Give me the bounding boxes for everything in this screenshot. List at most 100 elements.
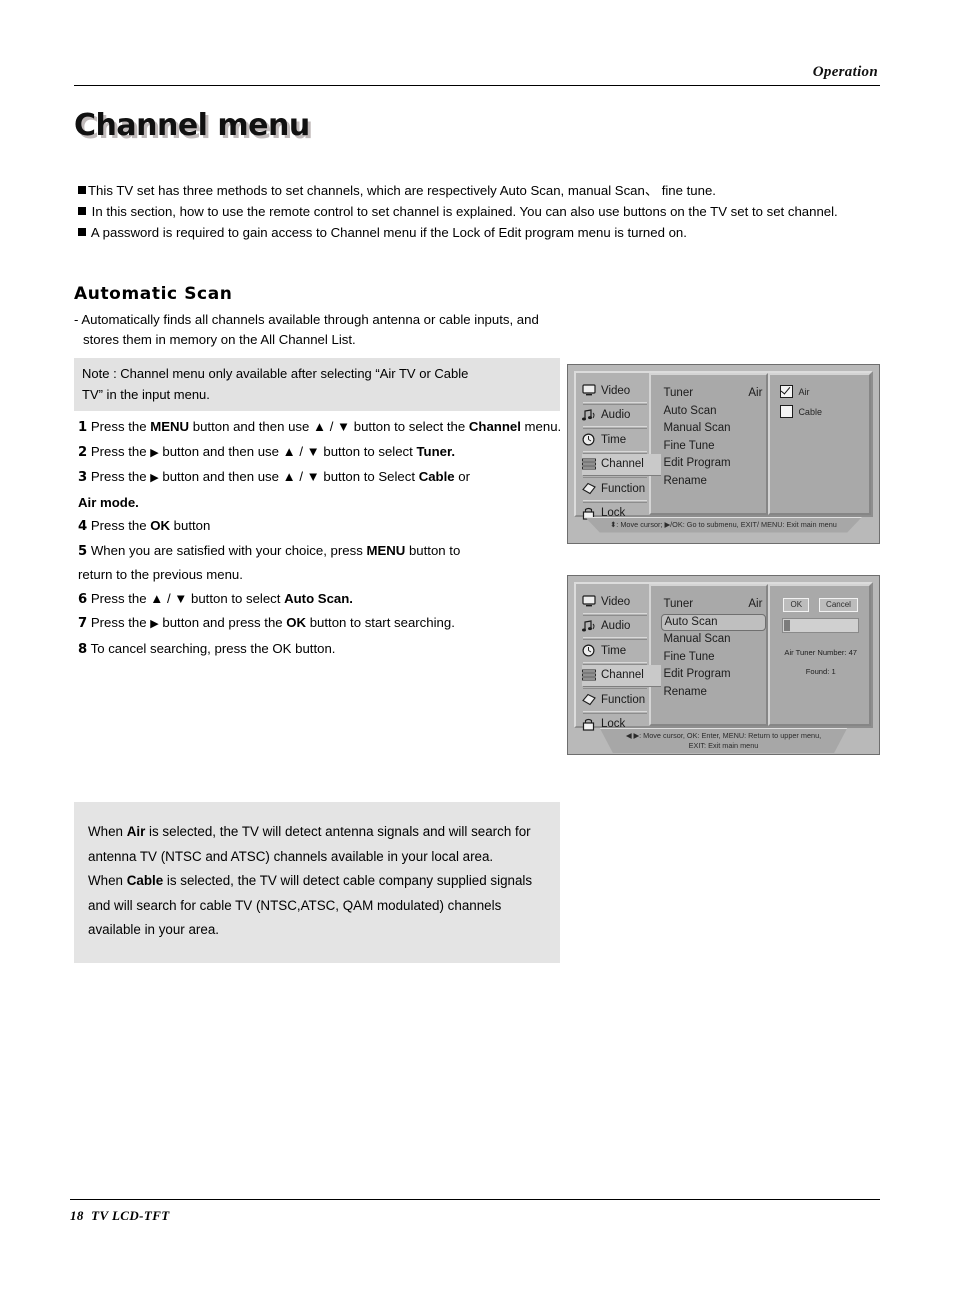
sidebar-item-channel[interactable]: Channel: [582, 664, 662, 686]
osd-screenshot-auto-scan-progress: Video Audio Time Channel Function Lock T…: [567, 575, 880, 755]
sidebar-item-function-label: Function: [601, 482, 646, 495]
intro-bullet-2-text: In this section, how to use the remote c…: [88, 204, 838, 219]
osd-b-menu-item-auto-scan-selected[interactable]: Auto Scan: [661, 613, 767, 631]
clock-icon: [582, 644, 597, 657]
osd-b-menu-item-fine-tune-label: Fine Tune: [663, 650, 715, 663]
step-3-text-a: Press the: [90, 469, 151, 484]
monitor-icon: [582, 384, 597, 397]
diamond-icon: [582, 482, 597, 495]
sidebar-item-audio[interactable]: Audio: [582, 405, 649, 427]
osd-b-scan-buttons: OK Cancel: [780, 598, 861, 612]
osd-a-option-cable[interactable]: Cable: [780, 405, 861, 418]
sidebar-item-channel-label: Channel: [601, 458, 644, 471]
ok-button[interactable]: OK: [783, 598, 810, 612]
step-3-tail: or: [454, 469, 470, 484]
sidebar-item-audio[interactable]: Audio: [582, 616, 649, 638]
step-8-number: 8: [78, 641, 88, 657]
osd-a-menu-item-manual-scan[interactable]: Manual Scan: [661, 420, 766, 438]
step-3-bold-tail: Cable: [418, 469, 455, 484]
step-5-text-b: button to: [405, 542, 461, 558]
intro-bullet-3-text: A password is required to gain access to…: [88, 225, 687, 240]
right-arrow-icon: ▶: [150, 472, 159, 484]
osd-a-menu-item-edit-program[interactable]: Edit Program: [661, 455, 766, 473]
section-description-line1: - Automatically finds all channels avail…: [74, 312, 539, 327]
step-3: 3 Press the ▶ button and then use ▲ / ▼ …: [78, 465, 568, 491]
osd-a-menu-item-edit-program-label: Edit Program: [663, 457, 731, 469]
osd-b-menu-item-manual-scan[interactable]: Manual Scan: [661, 631, 766, 649]
sidebar-item-channel-label: Channel: [601, 669, 644, 682]
osd-a-menu-item-tuner[interactable]: Tuner Air: [661, 385, 766, 403]
osd-a-menu-item-auto-scan[interactable]: Auto Scan: [661, 403, 766, 421]
step-6-bold-tail: Auto Scan.: [284, 590, 353, 606]
instruction-steps: 1 Press the MENU button and then use ▲ /…: [78, 415, 568, 661]
header-divider: [74, 85, 880, 86]
osd-b-menu-item-rename[interactable]: Rename: [661, 684, 766, 702]
sidebar-item-lock[interactable]: Lock: [582, 714, 649, 736]
osd-a-option-cable-label: Cable: [798, 406, 822, 417]
osd-b-menu-item-manual-scan-label: Manual Scan: [663, 633, 731, 645]
scan-progress-bar: [782, 617, 859, 633]
step-7-text-b: button and press the: [158, 615, 287, 630]
step-7: 7 Press the ▶ button and press the OK bu…: [78, 611, 568, 637]
osd-b-menu-item-tuner-value: Air: [748, 598, 763, 610]
osd-a-options-panel: Air Cable: [768, 373, 871, 515]
step-1-text-b: button and then use ▲ / ▼ button to sele…: [189, 419, 469, 434]
cancel-button[interactable]: Cancel: [819, 598, 858, 612]
checkbox-air-checked-icon[interactable]: [780, 385, 794, 398]
sidebar-item-video-label: Video: [601, 595, 631, 608]
osd-a-option-air[interactable]: Air: [780, 385, 861, 398]
osd-b-menu-item-tuner[interactable]: Tuner Air: [661, 596, 766, 614]
explain-air-pre: When: [88, 824, 127, 839]
note-line-1: Note : Channel menu only available after…: [82, 366, 469, 381]
lock-icon: [582, 718, 597, 731]
checkbox-cable-unchecked-icon[interactable]: [780, 405, 794, 418]
osd-b-sidebar: Video Audio Time Channel Function Lock: [576, 584, 662, 731]
sidebar-item-lock-label: Lock: [601, 718, 626, 731]
step-5-continued: return to the previous menu.: [78, 567, 243, 582]
step-4-text-a: Press the: [90, 518, 151, 533]
step-5-number: 5: [78, 543, 88, 559]
diamond-icon: [582, 693, 597, 706]
explain-cable-pre: When: [88, 873, 127, 888]
sidebar-item-time-label: Time: [601, 644, 627, 657]
step-1-text-a: Press the: [90, 419, 151, 434]
clock-icon: [582, 433, 597, 446]
sidebar-item-time[interactable]: Time: [582, 429, 649, 451]
channel-icon: [582, 669, 597, 682]
sidebar-item-lock[interactable]: Lock: [582, 503, 649, 525]
osd-screenshot-tuner-selection: Video Audio Time Channel Function Lock T…: [567, 364, 880, 544]
sidebar-item-time[interactable]: Time: [582, 640, 649, 662]
osd-b-menu-item-fine-tune[interactable]: Fine Tune: [661, 649, 766, 667]
section-description: - Automatically finds all channels avail…: [74, 310, 654, 350]
section-description-line2: stores them in memory on the All Channel…: [83, 332, 356, 347]
sidebar-item-channel[interactable]: Channel: [582, 453, 662, 475]
section-heading: Automatic Scan: [74, 284, 233, 304]
intro-bullet-2: In this section, how to use the remote c…: [78, 201, 868, 222]
bullet-square-icon: [78, 207, 86, 215]
osd-a-menu-item-manual-scan-label: Manual Scan: [663, 422, 731, 434]
sidebar-item-video[interactable]: Video: [582, 591, 649, 613]
step-1-tail: menu.: [520, 419, 562, 434]
step-7-bold-tail: OK: [286, 615, 307, 630]
osd-b-menu-item-edit-program[interactable]: Edit Program: [661, 666, 766, 684]
explanation-paragraph-air: When Air is selected, the TV will detect…: [88, 820, 546, 869]
osd-a-menu-item-rename[interactable]: Rename: [661, 473, 766, 491]
footer-page-number: 18: [70, 1208, 84, 1223]
sidebar-item-video[interactable]: Video: [582, 380, 649, 402]
monitor-icon: [582, 595, 597, 608]
step-4-text-b: button: [170, 518, 211, 533]
right-arrow-icon: ▶: [150, 446, 159, 459]
osd-a-menu-column: Tuner Air Auto Scan Manual Scan Fine Tun…: [649, 373, 769, 515]
explain-air-post: is selected, the TV will detect antenna …: [88, 824, 531, 864]
sidebar-item-function[interactable]: Function: [582, 478, 649, 500]
sidebar-item-function[interactable]: Function: [582, 689, 649, 711]
step-2: 2 Press the ▶ button and then use ▲ / ▼ …: [78, 440, 568, 466]
step-5-text-bold: MENU: [366, 542, 406, 558]
step-5-text-a: When you are satisfied with your choice,…: [90, 542, 367, 558]
step-3-continued: Air mode.: [78, 491, 568, 515]
osd-a-menu-item-fine-tune[interactable]: Fine Tune: [661, 438, 766, 456]
step-7-tail: button to start searching.: [306, 615, 455, 630]
osd-a-option-air-label: Air: [798, 386, 810, 397]
step-3-cont-bold: Air: [78, 494, 97, 510]
osd-b-menu-item-rename-label: Rename: [663, 685, 707, 698]
